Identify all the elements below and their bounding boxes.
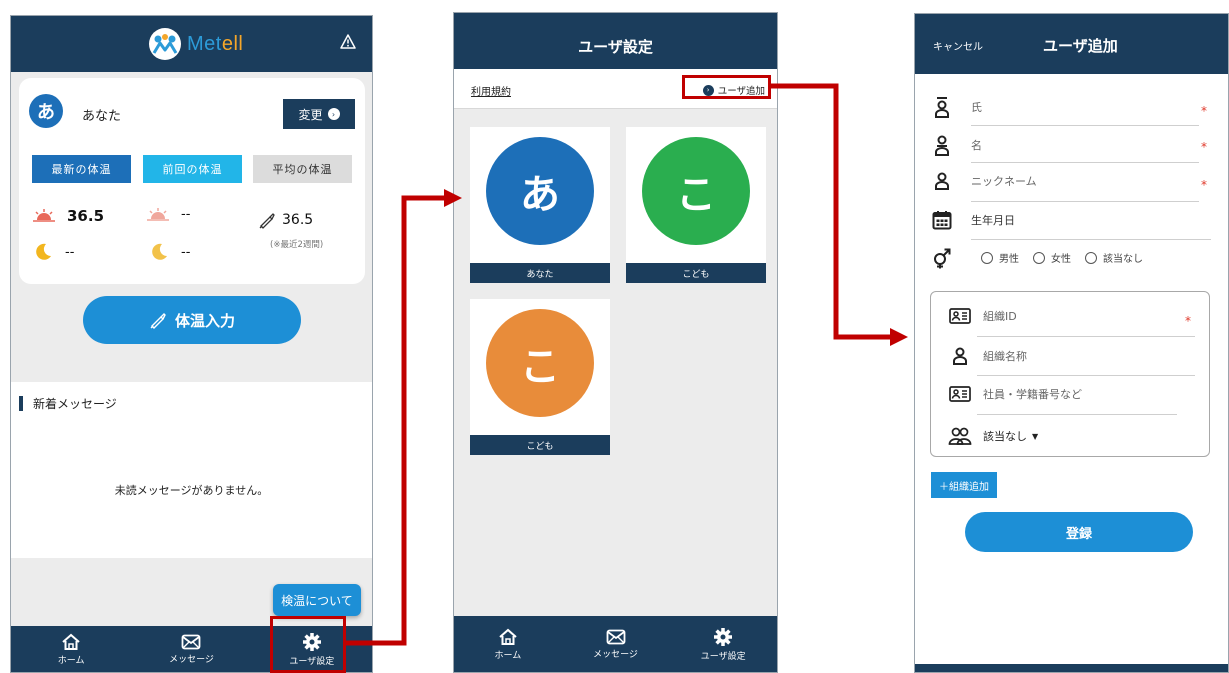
flow-arrows (346, 83, 908, 646)
arrow-head (444, 189, 462, 207)
page: Metell あ あなた 変更 › 最新の体温 前回の体温 平均の体温 36.5… (0, 0, 1229, 673)
arrow-head (890, 328, 908, 346)
